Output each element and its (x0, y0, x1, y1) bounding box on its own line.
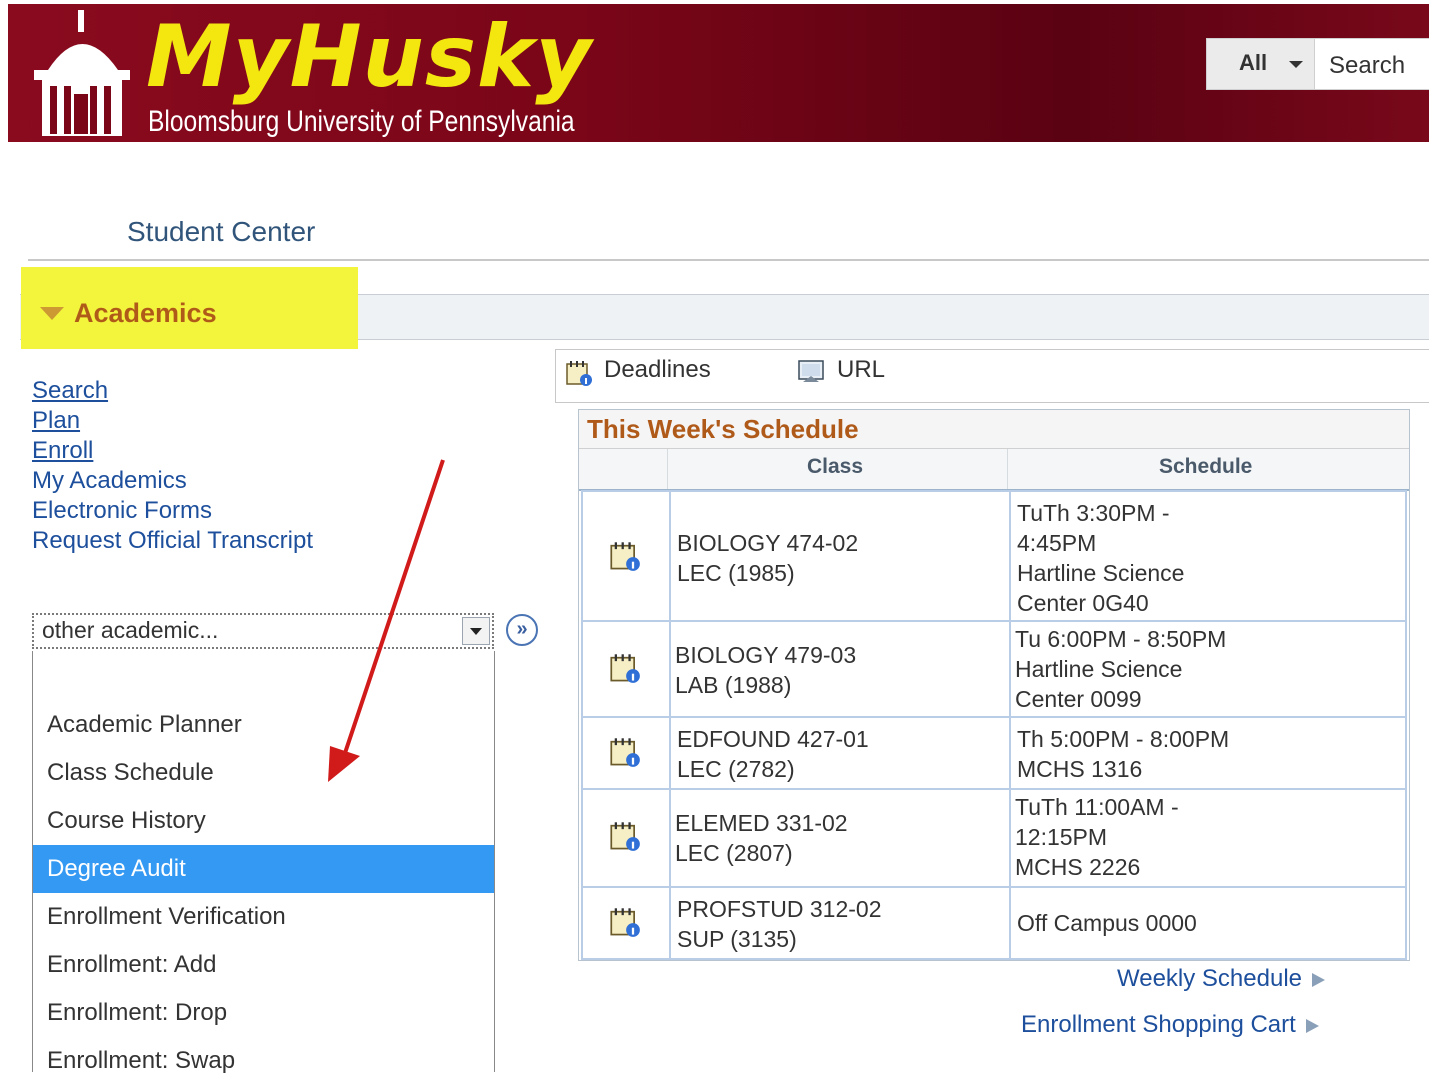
calendar-info-icon[interactable] (609, 820, 641, 852)
class-cell: PROFSTUD 312-02 SUP (3135) (677, 896, 882, 952)
academics-section-header[interactable]: Academics (74, 298, 217, 329)
red-arrow-annotation (328, 459, 445, 782)
option-enrollment-add[interactable]: Enrollment: Add (33, 941, 494, 989)
deadlines-link[interactable]: Deadlines (604, 356, 711, 384)
schedule-cell: Off Campus 0000 (1017, 910, 1197, 936)
link-plan[interactable]: Plan (32, 406, 80, 436)
option-enrollment-drop[interactable]: Enrollment: Drop (33, 989, 494, 1037)
link-my-academics[interactable]: My Academics (32, 466, 187, 496)
weekly-schedule-table: This Week's Schedule Class Schedule BIOL… (578, 409, 1410, 961)
table-row: PROFSTUD 312-02 SUP (3135) Off Campus 000… (581, 886, 1407, 960)
select-value: other academic... (42, 617, 219, 643)
class-cell: EDFOUND 427-01 LEC (2782) (677, 726, 869, 782)
go-button[interactable]: » (506, 614, 538, 646)
search-scope-label: All (1239, 50, 1268, 75)
university-building-logo-icon (34, 10, 130, 136)
enrollment-shopping-cart-link[interactable]: Enrollment Shopping Cart (1021, 1011, 1319, 1039)
header-banner: MyHusky Bloomsburg University of Pennsyl… (8, 4, 1429, 142)
play-arrow-icon (1305, 1018, 1319, 1033)
class-cell: BIOLOGY 479-03 LAB (1988) (675, 642, 857, 698)
brand-subtitle: Bloomsburg University of Pennsylvania (148, 105, 575, 138)
table-row: BIOLOGY 479-03 LAB (1988) Tu 6:00PM - 8:5… (581, 620, 1407, 718)
header-search[interactable]: All Search (1206, 38, 1429, 90)
schedule-cell: TuTh 3:30PM -4:45PM Hartline Science Cent… (1017, 500, 1185, 616)
option-course-history[interactable]: Course History (33, 797, 494, 845)
caret-down-icon (1289, 61, 1303, 68)
link-search[interactable]: Search (32, 376, 108, 406)
calendar-info-icon[interactable] (609, 736, 641, 768)
table-row: EDFOUND 427-01 LEC (2782) Th 5:00PM - 8:0… (581, 716, 1407, 790)
column-schedule: Schedule (1159, 455, 1253, 478)
page-title: Student Center (127, 216, 316, 247)
schedule-header: This Week's Schedule (579, 410, 1409, 449)
collapse-triangle-icon[interactable] (40, 307, 64, 320)
play-arrow-icon (1312, 972, 1325, 987)
calendar-info-icon[interactable] (609, 906, 641, 938)
link-request-transcript[interactable]: Request Official Transcript (32, 526, 313, 556)
divider (28, 259, 1429, 261)
table-row: ELEMED 331-02 LEC (2807) TuTh 11:00AM -12… (581, 788, 1407, 888)
calendar-info-icon[interactable] (609, 540, 641, 572)
option-degree-audit[interactable]: Degree Audit (33, 845, 494, 893)
url-link[interactable]: URL (837, 356, 885, 384)
option-enrollment-swap[interactable]: Enrollment: Swap (33, 1037, 494, 1085)
search-scope-select[interactable]: All (1207, 39, 1315, 89)
schedule-title: This Week's Schedule (587, 414, 859, 444)
schedule-column-header: Class Schedule (579, 449, 1409, 491)
schedule-cell: Th 5:00PM - 8:00PM MCHS 1316 (1017, 726, 1230, 782)
schedule-cell: TuTh 11:00AM -12:15PM MCHS 2226 (1015, 794, 1179, 880)
calendar-info-icon[interactable] (609, 652, 641, 684)
column-class: Class (807, 455, 864, 478)
class-cell: BIOLOGY 474-02 LEC (1985) (677, 530, 859, 586)
schedule-cell: Tu 6:00PM - 8:50PM Hartline Science Center… (1015, 626, 1227, 712)
link-electronic-forms[interactable]: Electronic Forms (32, 496, 212, 526)
academics-toolbar: Deadlines URL (555, 349, 1429, 403)
table-row: BIOLOGY 474-02 LEC (1985) TuTh 3:30PM -4:… (581, 490, 1407, 622)
calendar-info-icon (566, 361, 592, 386)
option-enrollment-verification[interactable]: Enrollment Verification (33, 893, 494, 941)
weekly-schedule-link[interactable]: Weekly Schedule (1117, 965, 1325, 993)
url-icon (798, 360, 824, 382)
class-cell: ELEMED 331-02 LEC (2807) (675, 810, 848, 866)
search-input[interactable]: Search (1329, 52, 1405, 80)
brand-title: MyHusky (146, 7, 593, 107)
link-enroll[interactable]: Enroll (32, 436, 93, 466)
